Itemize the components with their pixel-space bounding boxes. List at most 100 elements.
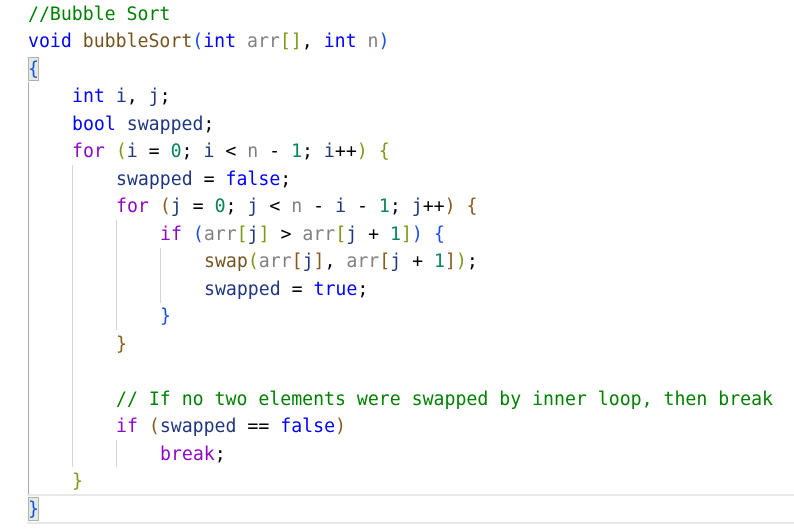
parameter-token: arr — [203, 223, 237, 245]
indent-guide-if-break — [116, 440, 117, 467]
parameter-token: arr — [302, 223, 336, 245]
operator-token: ; — [159, 86, 171, 107]
operator-token: ; — [302, 141, 324, 162]
operator-token — [456, 196, 467, 217]
bracket-token: ( — [192, 31, 204, 52]
operator-token: == — [236, 416, 281, 437]
operator-token: ; — [203, 113, 215, 135]
local-variable-token: j — [247, 223, 259, 245]
current-line-highlight — [27, 494, 794, 524]
local-variable-token: i — [126, 141, 138, 162]
number-literal-token: 1 — [434, 251, 445, 272]
operator-token: ; — [225, 196, 248, 217]
operator-token — [138, 416, 149, 437]
bracket-token: ) — [455, 251, 467, 272]
indent-guide-function — [28, 82, 29, 495]
function-name-token: bubbleSort — [82, 31, 193, 52]
local-variable-token: j — [390, 251, 402, 272]
operator-token: ; — [357, 278, 369, 300]
bracket-token: { — [466, 196, 478, 217]
code-editor[interactable]: //Bubble Sort void bubbleSort(int arr[], … — [0, 0, 794, 531]
number-literal-token: 1 — [378, 196, 390, 217]
operator-token: < — [258, 196, 292, 217]
code-line[interactable]: } — [28, 496, 39, 524]
operator-token — [105, 141, 116, 162]
operator-token: ++ — [422, 196, 445, 217]
operator-token: = — [192, 168, 226, 190]
operator-token: = — [181, 196, 215, 217]
bracket-token: } — [28, 498, 39, 520]
indent-guide-outer-for — [72, 165, 73, 467]
keyword-token: int — [203, 31, 237, 52]
local-variable-token: j — [302, 251, 314, 272]
bracket-token: ) — [444, 196, 456, 217]
bracket-token: } — [160, 306, 171, 327]
code-line[interactable]: if (arr[j] > arr[j + 1]) { — [160, 221, 445, 249]
bracket-token: ) — [378, 31, 390, 52]
number-literal-token: 1 — [390, 223, 401, 245]
bracket-token: ) — [356, 141, 368, 162]
operator-token — [182, 224, 193, 245]
control-keyword-token: if — [160, 223, 182, 245]
bracket-token: [ — [291, 251, 303, 272]
parameter-token: arr — [258, 251, 292, 272]
local-variable-token: j — [170, 196, 182, 217]
code-line[interactable]: swapped = false; — [116, 166, 291, 194]
keyword-token: true — [313, 278, 358, 300]
code-line[interactable]: bool swapped; — [72, 111, 214, 139]
code-line[interactable]: } — [160, 303, 171, 331]
parameter-token: arr — [346, 251, 380, 272]
comment-token: //Bubble Sort — [28, 3, 171, 25]
control-keyword-token: if — [116, 416, 138, 437]
operator-token: = — [280, 278, 314, 300]
bracket-token: [] — [279, 31, 302, 52]
code-line[interactable]: break; — [160, 441, 226, 469]
local-variable-token: swapped — [116, 168, 193, 190]
code-line[interactable]: if (swapped == false) — [116, 413, 346, 441]
bracket-token: } — [116, 333, 127, 355]
local-variable-token: j — [411, 196, 423, 217]
local-variable-token: j — [148, 86, 160, 107]
parameter-token: n — [367, 31, 379, 52]
code-line[interactable]: //Bubble Sort — [28, 1, 170, 29]
bracket-token: ( — [247, 251, 259, 272]
code-line[interactable]: for (i = 0; i < n - 1; i++) { — [72, 138, 390, 166]
operator-token: > — [269, 223, 303, 245]
code-line[interactable]: int i, j; — [72, 83, 171, 111]
operator-token: + — [357, 223, 391, 245]
operator-token: < — [214, 141, 248, 162]
code-line[interactable]: void bubbleSort(int arr[], int n) — [28, 28, 389, 56]
indent-guide-if-block — [160, 248, 161, 303]
keyword-token: false — [225, 168, 281, 190]
bracket-token: { — [433, 223, 445, 245]
bracket-token: ( — [159, 196, 171, 217]
code-line[interactable]: swapped = true; — [204, 276, 368, 304]
operator-token: ; — [214, 443, 226, 465]
code-line[interactable]: swap(arr[j], arr[j + 1]); — [204, 248, 478, 276]
operator-token: ; — [466, 251, 478, 272]
code-line[interactable]: for (j = 0; j < n - i - 1; j++) { — [116, 193, 477, 221]
code-line[interactable]: // If no two elements were swapped by in… — [116, 386, 773, 414]
operator-token: = — [137, 141, 171, 162]
code-line[interactable]: { — [28, 56, 39, 84]
local-variable-token: swapped — [159, 416, 237, 437]
operator-token: , — [324, 251, 347, 272]
local-variable-token: j — [346, 223, 358, 245]
code-line[interactable]: } — [72, 468, 83, 496]
number-literal-token: 0 — [214, 196, 226, 217]
bracket-token: } — [72, 471, 83, 492]
operator-token: , — [301, 31, 324, 52]
parameter-token: arr — [247, 31, 280, 52]
bracket-token: ) — [411, 223, 423, 245]
bracket-token: ( — [148, 416, 160, 437]
bracket-token: ] — [258, 223, 270, 245]
operator-token: - — [258, 141, 292, 162]
function-name-token: swap — [204, 251, 248, 272]
local-variable-token: swapped — [204, 278, 281, 300]
local-variable-token: i — [323, 141, 335, 162]
keyword-token: false — [280, 416, 336, 437]
number-literal-token: 0 — [170, 141, 182, 162]
bracket-token: [ — [335, 223, 347, 245]
code-line[interactable]: } — [116, 331, 127, 359]
comment-token: // If no two elements were swapped by in… — [116, 388, 773, 410]
